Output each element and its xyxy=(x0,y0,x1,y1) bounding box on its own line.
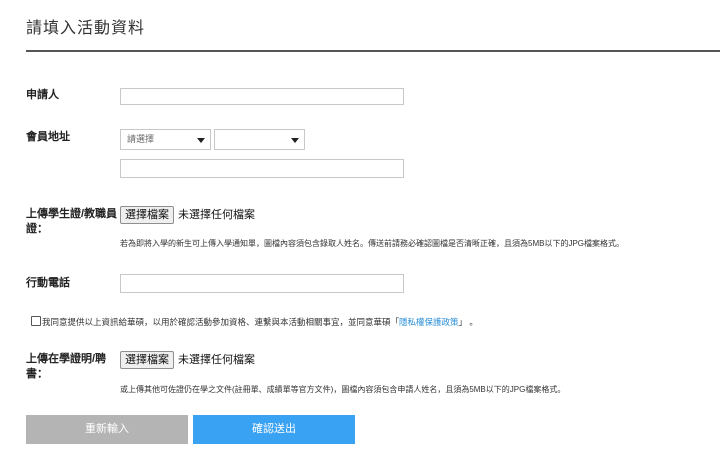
enrollment-file-button[interactable]: 選擇檔案 xyxy=(120,351,174,369)
address-detail-input[interactable] xyxy=(120,159,404,178)
reset-button[interactable]: 重新輸入 xyxy=(26,415,188,444)
mobile-input[interactable] xyxy=(120,274,404,293)
student-id-file-status: 未選擇任何檔案 xyxy=(178,209,255,221)
applicant-input[interactable] xyxy=(120,88,404,105)
chevron-down-icon xyxy=(197,138,205,143)
city-select-value: 請選擇 xyxy=(127,134,155,144)
student-id-upload-label: 上傳學生證/教職員 證： xyxy=(26,207,117,237)
agreement-row: 我同意提供以上資訊給華碩，以用於確認活動參加資格、連繫與本活動相關事宜，並同意華… xyxy=(31,316,478,328)
enrollment-upload-hint: 或上傳其他可佐證仍在學之文件(註冊單、成績單等官方文件)，圖檔內容須包含申請人姓… xyxy=(120,385,566,394)
agreement-text: 我同意提供以上資訊給華碩，以用於確認活動參加資格、連繫與本活動相關事宜，並同意華… xyxy=(42,317,400,327)
submit-button[interactable]: 確認送出 xyxy=(193,415,355,444)
student-id-file-button[interactable]: 選擇檔案 xyxy=(120,206,174,224)
chevron-down-icon xyxy=(291,138,299,143)
enrollment-upload-label-line1: 上傳在學證明/聘 xyxy=(26,353,107,365)
agreement-checkbox[interactable] xyxy=(31,316,41,326)
page-title: 請填入活動資料 xyxy=(26,20,146,37)
enrollment-upload-label: 上傳在學證明/聘 書： xyxy=(26,352,106,382)
student-id-upload-hint: 若為即將入學的新生可上傳入學通知單，圖檔內容須包含錄取人姓名。傳送前請務必確認圖… xyxy=(120,239,625,248)
enrollment-upload-label-line2: 書： xyxy=(26,368,48,380)
student-id-upload-label-line2: 證： xyxy=(26,223,48,235)
address-label: 會員地址 xyxy=(26,131,70,143)
privacy-policy-link[interactable]: 隱私權保護政策 xyxy=(399,317,459,327)
applicant-label: 申請人 xyxy=(26,89,59,101)
agreement-text-end: 」 。 xyxy=(458,317,478,327)
mobile-label: 行動電話 xyxy=(26,277,70,289)
title-divider xyxy=(26,50,720,52)
city-select[interactable]: 請選擇 xyxy=(120,129,211,150)
student-id-upload-label-line1: 上傳學生證/教職員 xyxy=(26,208,118,220)
enrollment-file-status: 未選擇任何檔案 xyxy=(178,354,255,366)
district-select[interactable] xyxy=(214,129,305,150)
